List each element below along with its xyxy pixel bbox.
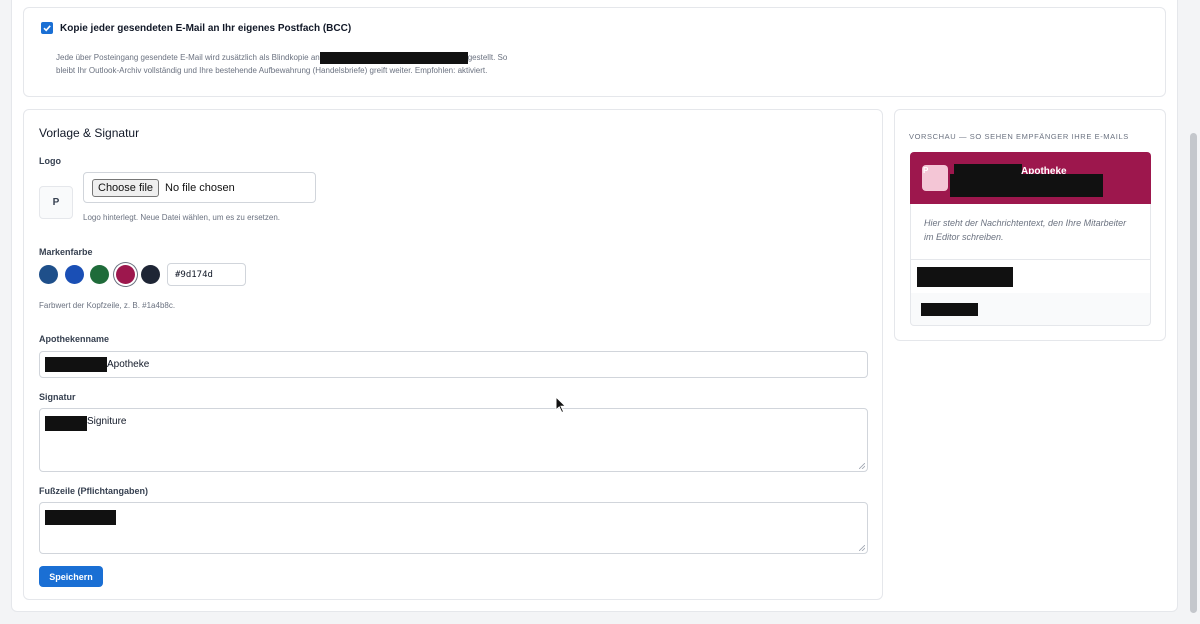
bcc-title: Kopie jeder gesendeten E-Mail an Ihr eig…: [60, 23, 352, 34]
color-swatch-3[interactable]: [90, 265, 109, 284]
bcc-desc-line2: bleibt Ihr Outlook-Archiv vollständig un…: [56, 66, 488, 75]
preview-footer: [910, 293, 1151, 326]
pharmacy-name-input[interactable]: Apotheke: [39, 351, 868, 378]
brand-hint: Farbwert der Kopfzeile, z. B. #1a4b8c.: [39, 301, 176, 310]
signature-label: Signatur: [39, 392, 76, 402]
logo-preview: P: [39, 186, 73, 219]
preview-logo-letter: P: [923, 166, 929, 175]
redacted-name: [45, 357, 107, 372]
redacted-signature: [45, 416, 87, 431]
signature-textarea[interactable]: Signiture: [39, 408, 868, 472]
logo-label: Logo: [39, 156, 61, 166]
mouse-cursor-icon: [555, 396, 567, 414]
bcc-description: Jede über Posteingang gesendete E-Mail w…: [56, 51, 576, 77]
bcc-desc-text-2: gestellt. So: [467, 53, 508, 62]
signature-value: Signiture: [87, 416, 127, 427]
redacted-preview-sub: [950, 174, 1103, 197]
hex-color-input[interactable]: #9d174d: [167, 263, 246, 286]
section-title: Vorlage & Signatur: [39, 126, 140, 140]
preview-signature: [910, 259, 1151, 294]
preview-title: VORSCHAU — SO SEHEN EMPFÄNGER IHRE E-MAI…: [909, 132, 1129, 141]
resize-handle-icon[interactable]: [859, 545, 865, 551]
no-file-text: No file chosen: [165, 181, 235, 194]
resize-handle-icon[interactable]: [859, 463, 865, 469]
redacted-footer: [45, 510, 116, 525]
brand-color-label: Markenfarbe: [39, 247, 93, 257]
redacted-preview-signature: [917, 267, 1013, 287]
redacted-preview-footer: [921, 303, 978, 316]
preview-logo: P: [922, 165, 948, 191]
footer-textarea[interactable]: [39, 502, 868, 554]
bcc-desc-text: Jede über Posteingang gesendete E-Mail w…: [56, 53, 320, 62]
preview-body-text: Hier steht der Nachrichtentext, den Ihre…: [910, 204, 1151, 260]
color-swatch-2[interactable]: [64, 265, 84, 284]
color-swatch-5[interactable]: [141, 265, 160, 284]
footer-label: Fußzeile (Pflichtangaben): [39, 486, 149, 496]
redacted-email: [319, 51, 468, 64]
color-swatch-1[interactable]: [39, 265, 58, 284]
logo-hint: Logo hinterlegt. Neue Datei wählen, um e…: [83, 213, 281, 222]
pharmacy-name-value: Apotheke: [107, 359, 150, 370]
save-button[interactable]: Speichern: [39, 566, 103, 587]
choose-file-button[interactable]: Choose file: [92, 178, 160, 197]
color-swatch-4[interactable]: [115, 265, 135, 284]
pharmacy-name-label: Apothekenname: [39, 334, 110, 344]
checkmark-icon: [43, 25, 51, 32]
bcc-checkbox[interactable]: [41, 22, 53, 34]
logo-file-input[interactable]: Choose file No file chosen: [83, 172, 316, 203]
scrollbar-thumb[interactable]: [1190, 133, 1197, 613]
